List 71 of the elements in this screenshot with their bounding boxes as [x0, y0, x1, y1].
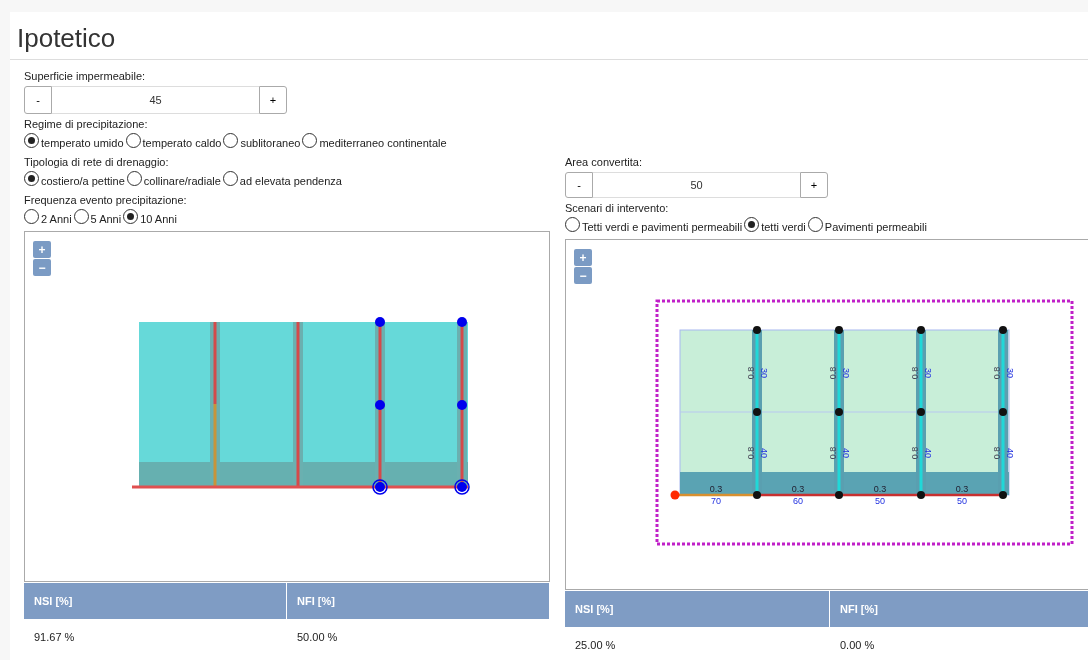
decrement-button[interactable]: - [24, 86, 52, 114]
radio-label[interactable]: costiero/a pettine [41, 174, 125, 187]
link-label: 30 [1005, 368, 1015, 378]
radio-label[interactable]: collinare/radiale [143, 174, 221, 187]
segment-label: 50 [875, 496, 885, 506]
table-cell-text: 25.00 % [574, 638, 617, 653]
radio-label[interactable]: 2 Anni [41, 212, 72, 225]
radio-label[interactable]: sublitoraneo [240, 136, 301, 149]
column-header: NSI [%] [565, 591, 830, 627]
column-header: NFI [%] [830, 591, 1088, 627]
link-label: 30 [759, 368, 769, 378]
radio-label[interactable]: tetti verdi [761, 220, 806, 233]
number-field[interactable]: 50 [593, 172, 800, 198]
radio-button[interactable] [24, 209, 39, 224]
link-label: 0.8 [910, 446, 920, 460]
radio-label[interactable]: Pavimenti permeabili [824, 220, 927, 233]
column-header: NSI [%] [24, 583, 287, 619]
column-header: NFI [%] [287, 583, 550, 619]
radio-label[interactable]: ad elevata pendenza [239, 174, 342, 187]
radio-button[interactable] [123, 209, 139, 224]
radio-button[interactable] [24, 171, 39, 186]
link-label: 0.8 [828, 446, 838, 460]
link-label: 40 [841, 448, 851, 458]
radio-button[interactable] [222, 171, 238, 186]
link-label: 40 [923, 448, 933, 458]
radio-button[interactable] [125, 133, 141, 148]
group-label: Scenari di intervento: [565, 201, 669, 215]
link-label: 40 [759, 448, 769, 458]
link-label: 0.8 [910, 366, 920, 380]
radio-button[interactable] [73, 209, 89, 224]
radio-label[interactable]: 5 Anni [90, 212, 122, 225]
number-field[interactable]: 45 [52, 86, 259, 114]
segment-label: 60 [793, 496, 803, 506]
radio-button[interactable] [744, 217, 760, 232]
radio-button[interactable] [126, 171, 142, 186]
radio-button[interactable] [807, 217, 823, 232]
link-label: 0.8 [992, 446, 1002, 460]
link-label: 0.8 [746, 446, 756, 460]
link-label: 40 [1005, 448, 1015, 458]
increment-button[interactable]: + [259, 86, 287, 114]
link-label: 0.8 [828, 366, 838, 380]
segment-label: 0.3 [791, 484, 805, 494]
field-label: Area convertita: [565, 155, 643, 169]
link-label: 30 [841, 368, 851, 378]
radio-button[interactable] [223, 133, 239, 148]
decrement-button[interactable]: - [565, 172, 593, 198]
link-label: 0.8 [746, 366, 756, 380]
radio-button[interactable] [24, 133, 39, 148]
segment-label: 0.3 [955, 484, 969, 494]
segment-label: 70 [711, 496, 721, 506]
segment-label: 0.3 [709, 484, 723, 494]
radio-label[interactable]: temperato caldo [142, 136, 222, 149]
group-label: Tipologia di rete di drenaggio: [24, 155, 169, 169]
table-cell-text: 91.67 % [33, 630, 76, 645]
segment-label: 50 [957, 496, 967, 506]
table-cell-text: 0.00 % [839, 638, 876, 653]
group-label: Frequenza evento precipitazione: [24, 193, 187, 207]
radio-label[interactable]: Tetti verdi e pavimenti permeabili [582, 220, 743, 233]
link-label: 0.8 [992, 366, 1002, 380]
radio-button[interactable] [565, 217, 580, 232]
link-label: 30 [923, 368, 933, 378]
table-cell-text: 50.00 % [296, 630, 339, 645]
radio-label[interactable]: mediterraneo continentale [319, 136, 447, 149]
page-title: Ipotetico [17, 22, 116, 54]
group-label: Regime di precipitazione: [24, 117, 148, 131]
radio-label[interactable]: temperato umido [41, 136, 124, 149]
segment-label: 0.3 [873, 484, 887, 494]
field-label: Superficie impermeabile: [24, 69, 146, 83]
radio-label[interactable]: 10 Anni [140, 212, 177, 225]
increment-button[interactable]: + [800, 172, 828, 198]
radio-button[interactable] [302, 133, 318, 148]
